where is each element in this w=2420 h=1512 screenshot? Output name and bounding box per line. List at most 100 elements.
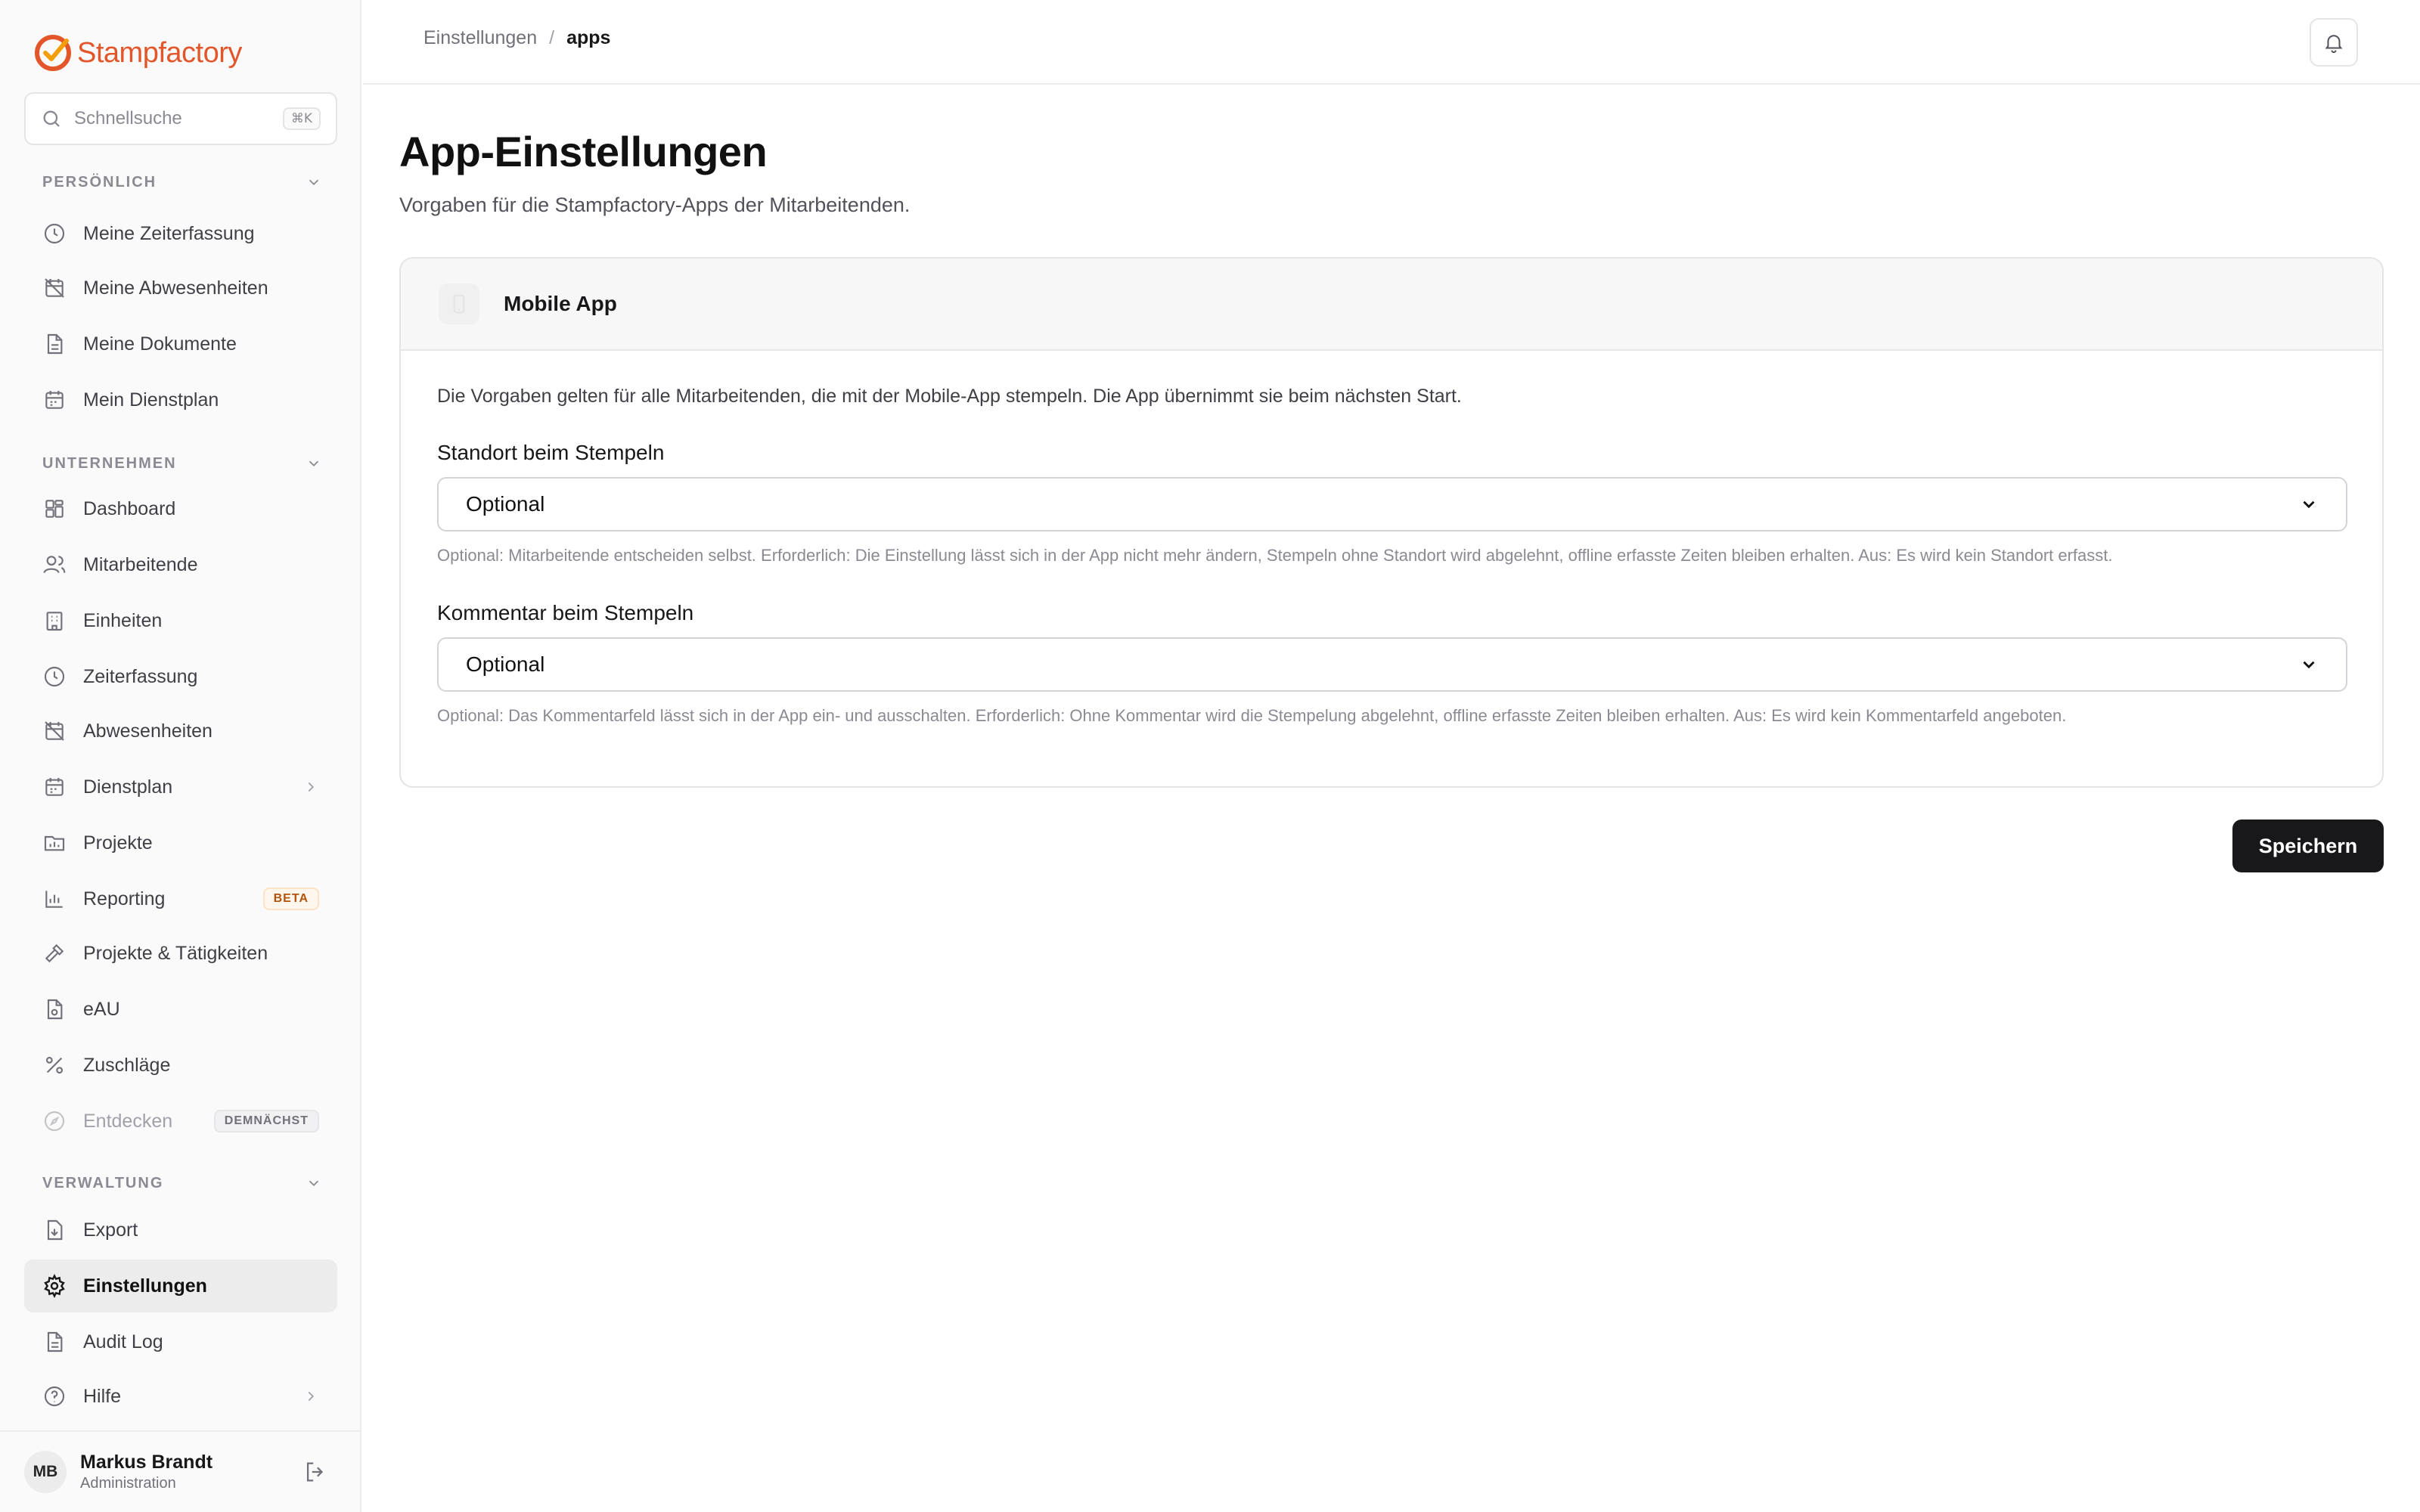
- sidebar-item-projekte-taetigkeiten[interactable]: Projekte & Tätigkeiten: [24, 927, 337, 980]
- sidebar-item-label: Dashboard: [83, 497, 176, 519]
- sidebar-item-label: Zeiterfassung: [83, 665, 198, 687]
- page-subtitle: Vorgaben für die Stampfactory-Apps der M…: [399, 194, 911, 216]
- user-name: Markus Brandt: [80, 1452, 213, 1473]
- search-shortcut: ⌘K: [282, 107, 321, 130]
- sidebar-item-mitarbeitende[interactable]: Mitarbeitende: [24, 538, 337, 591]
- breadcrumb-parent[interactable]: Einstellungen: [424, 27, 537, 49]
- chevron-down-icon: [309, 179, 319, 186]
- sidebar-item-label: Meine Dokumente: [83, 333, 237, 355]
- percent-icon: [45, 1056, 64, 1074]
- mobile-app-card: Mobile App Die Vorgaben gelten für alle …: [399, 257, 2384, 788]
- sidebar-item-dashboard[interactable]: Dashboard: [24, 482, 337, 535]
- sidebar-item-entdecken[interactable]: Entdecken DEMNÄCHST: [24, 1095, 337, 1148]
- calendar-icon: [45, 778, 64, 796]
- hammer-icon: [45, 943, 64, 963]
- card-title: Mobile App: [504, 292, 617, 315]
- section-personal-label: PERSÖNLICH: [42, 173, 157, 191]
- search-icon: [43, 110, 60, 127]
- location-setting-value: Optional: [466, 492, 545, 516]
- user-info: Markus Brandt Administration: [80, 1452, 302, 1492]
- location-setting-help: Optional: Mitarbeitende entscheiden selb…: [437, 546, 2113, 565]
- clock-icon: [44, 223, 65, 244]
- sidebar-item-label: Meine Zeiterfassung: [83, 222, 255, 244]
- sidebar-item-label: Audit Log: [83, 1331, 163, 1352]
- phone-icon-wrap: [439, 284, 479, 324]
- clock-icon: [44, 666, 65, 687]
- file-medical-icon: [47, 999, 63, 1020]
- smartphone-icon: [453, 294, 465, 314]
- comment-setting-select[interactable]: Optional: [437, 637, 2347, 692]
- sidebar-item-zuschlaege[interactable]: Zuschläge: [24, 1039, 337, 1092]
- search-placeholder: Schnellsuche: [74, 108, 182, 129]
- chevron-down-icon: [309, 460, 319, 467]
- section-company-label: UNTERNEHMEN: [42, 454, 177, 472]
- location-setting-select[interactable]: Optional: [437, 477, 2347, 531]
- help-circle-icon: [44, 1386, 65, 1407]
- sidebar-item-label: Mitarbeitende: [83, 553, 198, 575]
- sidebar-item-export[interactable]: Export: [24, 1204, 337, 1256]
- comment-setting-help: Optional: Das Kommentarfeld lässt sich i…: [437, 706, 2067, 725]
- sidebar-item-dienstplan[interactable]: Dienstplan: [24, 761, 337, 813]
- sidebar-item-label: Einstellungen: [83, 1275, 207, 1297]
- card-intro: Die Vorgaben gelten für alle Mitarbeiten…: [437, 386, 1462, 407]
- topbar: Einstellungen / apps: [363, 0, 2420, 85]
- quick-search[interactable]: Schnellsuche ⌘K: [24, 92, 337, 145]
- sidebar-item-label: eAU: [83, 998, 120, 1020]
- sidebar-item-label: Abwesenheiten: [83, 720, 213, 742]
- section-admin[interactable]: VERWALTUNG: [42, 1172, 322, 1194]
- sidebar-item-label: Zuschläge: [83, 1054, 171, 1076]
- users-icon: [43, 556, 66, 574]
- breadcrumb-separator: /: [549, 27, 555, 48]
- avatar[interactable]: MB: [24, 1451, 67, 1493]
- sidebar-item-label: Projekte & Tätigkeiten: [83, 942, 268, 964]
- save-button[interactable]: Speichern: [2232, 820, 2384, 872]
- sidebar-item-meine-zeiterfassung[interactable]: Meine Zeiterfassung: [24, 207, 337, 260]
- building-icon: [46, 612, 63, 631]
- coming-soon-badge: DEMNÄCHST: [213, 1110, 319, 1132]
- section-personal[interactable]: PERSÖNLICH: [42, 171, 322, 194]
- bell-icon: [2325, 35, 2343, 54]
- sidebar-item-hilfe[interactable]: Hilfe: [24, 1370, 337, 1423]
- sidebar-item-label: Export: [83, 1219, 138, 1241]
- chevron-down-icon: [2303, 500, 2315, 509]
- brand-name: Stampfactory: [77, 36, 242, 69]
- download-file-icon: [47, 1219, 63, 1241]
- document-icon: [47, 333, 63, 355]
- beta-badge: BETA: [262, 888, 319, 910]
- sidebar-item-label: Hilfe: [83, 1385, 122, 1407]
- bar-chart-icon: [45, 891, 63, 908]
- calendar-off-icon: [45, 721, 64, 741]
- sidebar-item-mein-dienstplan[interactable]: Mein Dienstplan: [24, 373, 337, 426]
- chevron-down-icon: [2303, 661, 2315, 669]
- user-profile: MB Markus Brandt Administration: [0, 1430, 361, 1512]
- section-admin-label: VERWALTUNG: [42, 1174, 164, 1191]
- logout-icon[interactable]: [302, 1459, 328, 1485]
- sidebar-item-label: Projekte: [83, 832, 153, 854]
- breadcrumb-current: apps: [566, 27, 611, 48]
- sidebar-item-label: Entdecken: [83, 1110, 173, 1132]
- notifications-button[interactable]: [2310, 18, 2358, 67]
- sidebar: Stampfactory Schnellsuche ⌘K PERSÖNLICH …: [0, 0, 361, 1512]
- compass-icon: [44, 1111, 65, 1132]
- sidebar-item-meine-abwesenheiten[interactable]: Meine Abwesenheiten: [24, 262, 337, 314]
- card-body: Die Vorgaben gelten für alle Mitarbeiten…: [401, 351, 2382, 728]
- comment-setting-value: Optional: [466, 652, 545, 676]
- sidebar-item-abwesenheiten[interactable]: Abwesenheiten: [24, 705, 337, 758]
- sidebar-item-einheiten[interactable]: Einheiten: [24, 594, 337, 647]
- sidebar-item-audit-log[interactable]: Audit Log: [24, 1315, 337, 1368]
- section-company[interactable]: UNTERNEHMEN: [42, 452, 322, 475]
- sidebar-item-projekte[interactable]: Projekte: [24, 816, 337, 869]
- page-title: App-Einstellungen: [399, 128, 768, 175]
- sidebar-item-einstellungen[interactable]: Einstellungen: [24, 1259, 337, 1312]
- location-setting-label: Standort beim Stempeln: [437, 441, 665, 464]
- sidebar-item-reporting[interactable]: Reporting BETA: [24, 872, 337, 925]
- sidebar-item-meine-dokumente[interactable]: Meine Dokumente: [24, 318, 337, 370]
- comment-setting-label: Kommentar beim Stempeln: [437, 601, 694, 624]
- folder-chart-icon: [44, 835, 65, 851]
- sidebar-item-zeiterfassung[interactable]: Zeiterfassung: [24, 650, 337, 703]
- chevron-down-icon: [309, 1180, 319, 1187]
- sidebar-item-label: Einheiten: [83, 609, 163, 631]
- sidebar-item-eau[interactable]: eAU: [24, 983, 337, 1036]
- chevron-right-icon: [308, 782, 315, 792]
- brand-logo[interactable]: Stampfactory: [32, 30, 242, 76]
